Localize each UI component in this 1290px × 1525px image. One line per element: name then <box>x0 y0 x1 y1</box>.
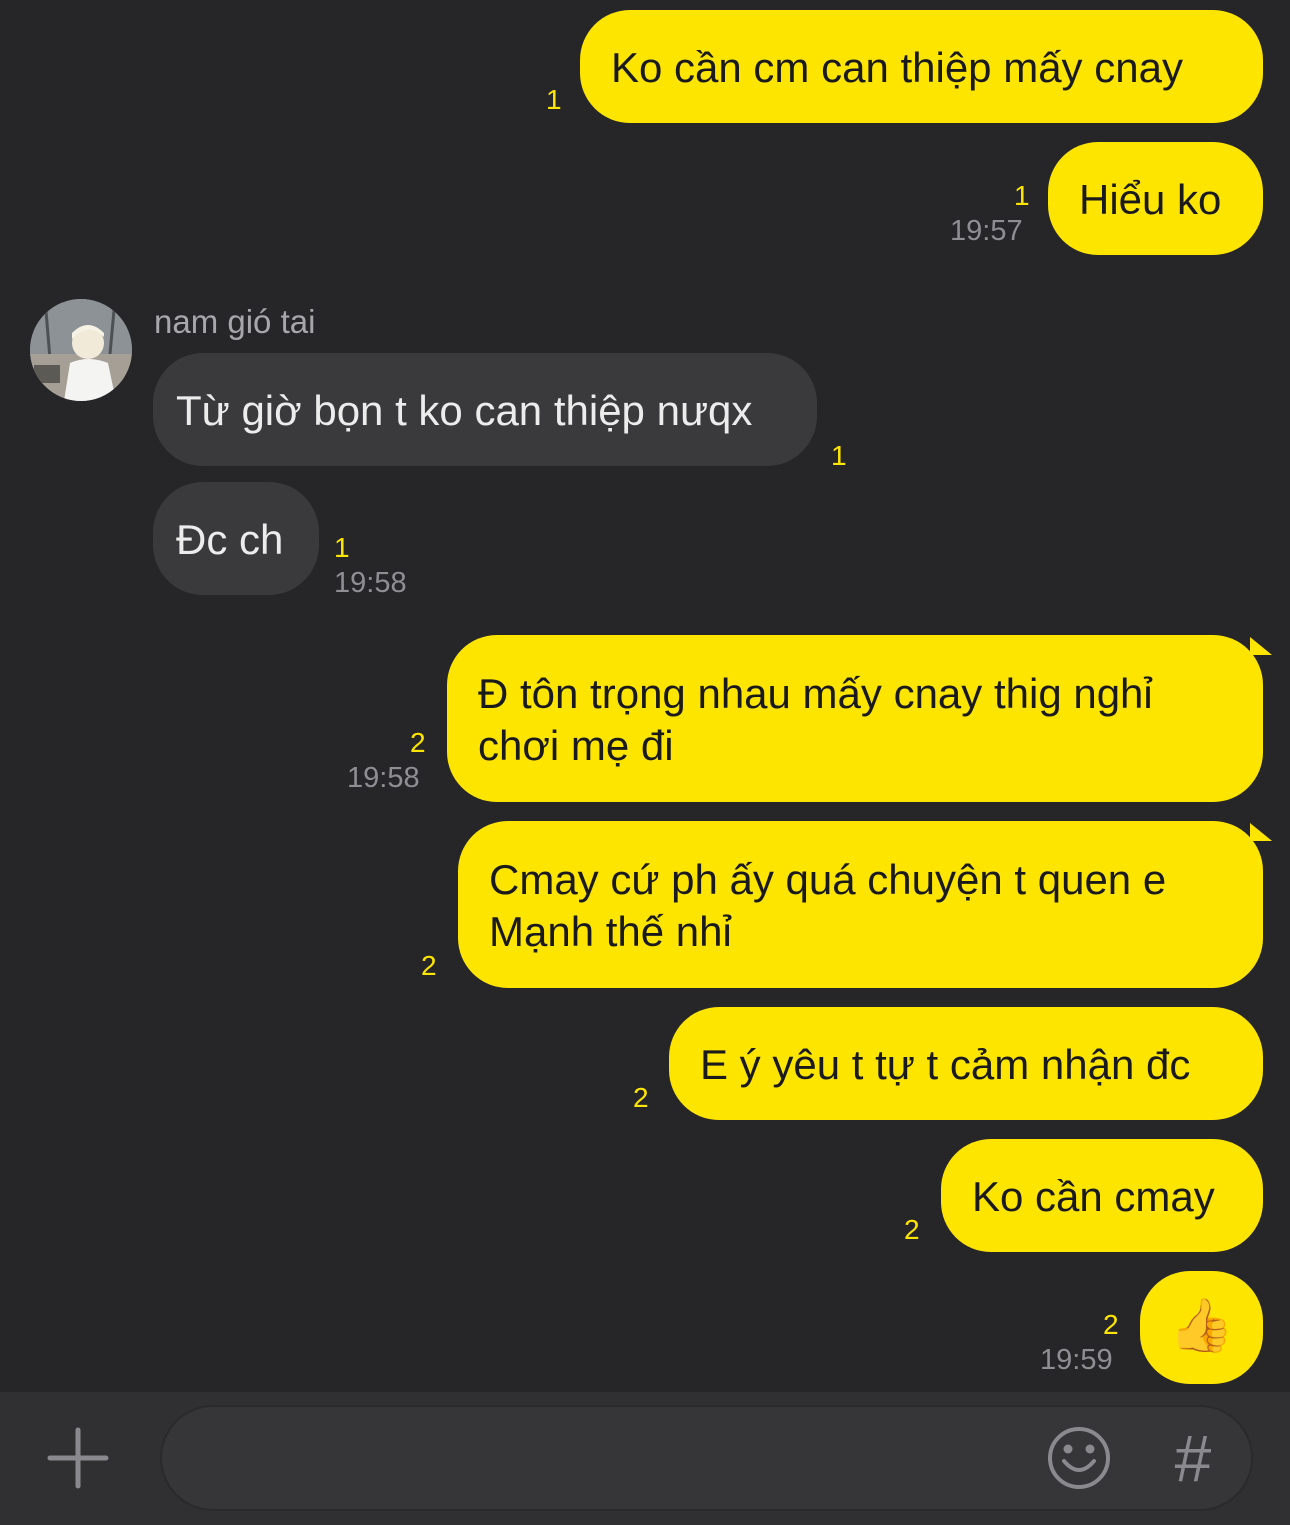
plus-icon <box>47 1427 109 1489</box>
hashtag-icon: # <box>1174 1421 1212 1495</box>
unread-count: 2 <box>421 950 437 981</box>
emoji-button[interactable] <box>1046 1425 1112 1491</box>
message-bubble-incoming[interactable]: Đc ch <box>153 482 319 595</box>
hashtag-button[interactable]: # <box>1162 1422 1224 1494</box>
unread-count: 2 <box>633 1082 649 1113</box>
unread-count: 2 <box>1103 1309 1119 1340</box>
unread-count: 2 <box>410 727 426 758</box>
message-bubble-outgoing[interactable]: Ko cần cmay <box>941 1139 1263 1252</box>
message-timestamp: 19:58 <box>347 762 420 794</box>
message-timestamp: 19:57 <box>950 215 1023 247</box>
message-bubble-incoming[interactable]: Từ giờ bọn t ko can thiệp nưqx <box>153 353 817 466</box>
sender-name: nam gió tai <box>154 303 316 340</box>
message-bubble-outgoing[interactable]: E ý yêu t tự t cảm nhận đc <box>669 1007 1263 1120</box>
message-bubble-outgoing[interactable]: Hiểu ko <box>1048 142 1263 255</box>
bubble-tail <box>1250 637 1272 655</box>
unread-count: 1 <box>546 84 562 115</box>
chat-message-list[interactable]: Ko cần cm can thiệp mấy cnay 1 Hiểu ko 1… <box>0 0 1290 1392</box>
sender-avatar[interactable] <box>30 299 132 401</box>
message-bubble-outgoing[interactable]: 👍 <box>1140 1271 1263 1384</box>
unread-count: 2 <box>904 1214 920 1245</box>
message-timestamp: 19:59 <box>1040 1344 1113 1376</box>
message-bubble-outgoing[interactable]: Đ tôn trọng nhau mấy cnay thig nghỉ chơi… <box>447 635 1263 802</box>
smiley-icon <box>1048 1427 1110 1489</box>
message-bubble-outgoing[interactable]: Ko cần cm can thiệp mấy cnay <box>580 10 1263 123</box>
add-attachment-button[interactable] <box>44 1424 112 1492</box>
message-bubble-outgoing[interactable]: Cmay cứ ph ấy quá chuyện t quen e Mạnh t… <box>458 821 1263 988</box>
unread-count: 1 <box>1014 180 1030 211</box>
bubble-tail <box>1250 823 1272 841</box>
unread-count: 1 <box>831 440 847 471</box>
avatar-photo <box>30 299 132 401</box>
message-timestamp: 19:58 <box>334 567 407 599</box>
unread-count: 1 <box>334 532 350 563</box>
